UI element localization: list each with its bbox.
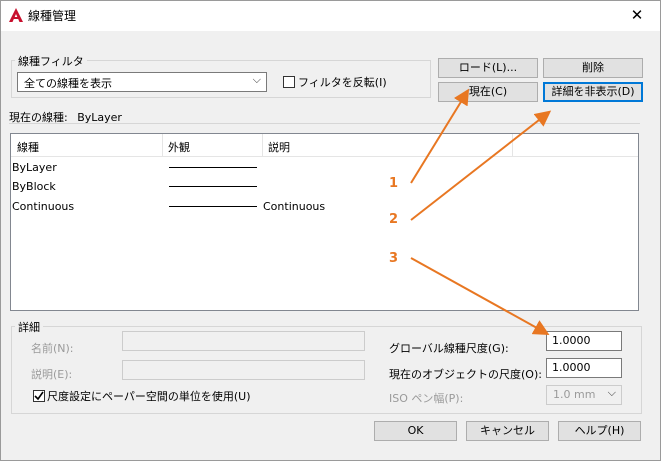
annotation-number-1: 1 [389, 176, 399, 191]
annotation-number-3: 3 [389, 251, 399, 266]
annotation-number-2: 2 [389, 212, 399, 227]
annotation-arrows [410, 88, 552, 335]
annotation-arrow-1 [410, 88, 470, 184]
annotation-arrow-3 [410, 257, 550, 335]
annotation-arrow-2 [410, 110, 552, 221]
